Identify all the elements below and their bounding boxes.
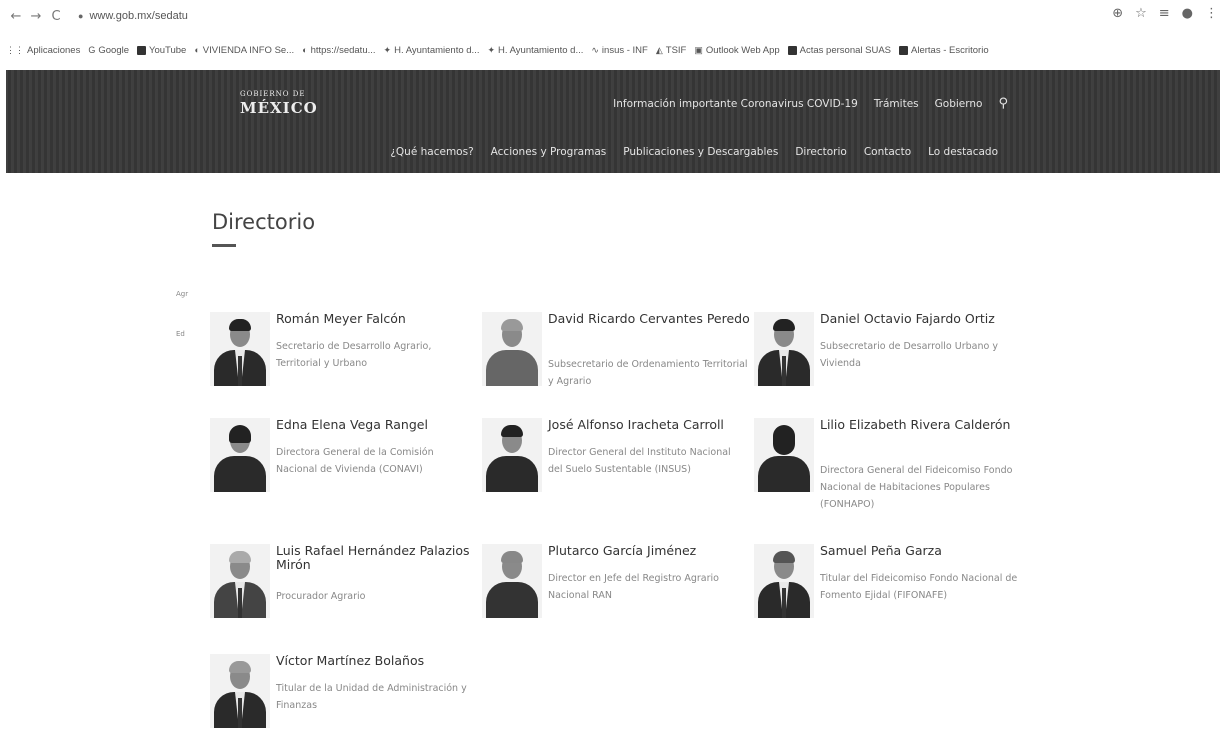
- person-role: Directora General de la Comisión Naciona…: [276, 447, 434, 475]
- back-icon[interactable]: ←: [6, 9, 26, 24]
- person-name: David Ricardo Cervantes Peredo: [548, 311, 750, 326]
- bookmark-item[interactable]: ⋮⋮ Aplicaciones: [6, 45, 80, 56]
- secure-icon: ●: [78, 11, 84, 21]
- page-title: Directorio: [212, 210, 316, 234]
- portrait-photo: [210, 544, 270, 618]
- bookmark-item[interactable]: ✦ H. Ayuntamiento d...: [487, 45, 583, 56]
- person-role: Director en Jefe del Registro Agrario Na…: [548, 573, 719, 601]
- bookmark-item[interactable]: ▣ Outlook Web App: [694, 45, 779, 56]
- site-icon: [899, 45, 909, 55]
- bookmark-item[interactable]: Alertas - Escritorio: [899, 45, 989, 56]
- person-name: Lilio Elizabeth Rivera Calderón: [820, 417, 1011, 432]
- nav-destacado[interactable]: Lo destacado: [928, 146, 998, 158]
- nav-contacto[interactable]: Contacto: [864, 146, 911, 158]
- nav-publicaciones[interactable]: Publicaciones y Descargables: [623, 146, 778, 158]
- site-icon: ∿: [591, 44, 599, 55]
- site-icon: ✦: [383, 44, 392, 55]
- url-text: www.gob.mx/sedatu: [89, 10, 188, 22]
- search-icon[interactable]: ⚲: [998, 96, 1008, 111]
- portrait-photo: [482, 544, 542, 618]
- gobierno-logo[interactable]: GOBIERNO DE MÉXICO: [240, 90, 318, 117]
- person-name: Plutarco García Jiménez: [548, 543, 697, 558]
- person-role: Directora General del Fideicomiso Fondo …: [820, 465, 1013, 510]
- portrait-photo: [210, 418, 270, 492]
- nav-acciones[interactable]: Acciones y Programas: [491, 146, 607, 158]
- side-label: Ed: [176, 330, 185, 338]
- bookmarks-bar: ⋮⋮ Aplicaciones G Google YouTube ◐ VIVIENDA…: [0, 40, 1226, 60]
- directory-card[interactable]: José Alfonso Iracheta Carroll Director G…: [482, 418, 752, 528]
- directory-card[interactable]: Daniel Octavio Fajardo Ortiz Subsecretar…: [754, 312, 1024, 422]
- nav-covid[interactable]: Información importante Coronavirus COVID…: [613, 98, 858, 110]
- profile-icon[interactable]: ●: [1182, 6, 1193, 21]
- person-role: Titular de la Unidad de Administración y…: [276, 683, 467, 711]
- bookmark-item[interactable]: ◐ https://sedatu...: [302, 45, 375, 56]
- bookmark-star-icon[interactable]: ☆: [1135, 6, 1147, 21]
- address-bar[interactable]: ● www.gob.mx/sedatu: [78, 10, 188, 22]
- person-role: Director General del Instituto Nacional …: [548, 447, 731, 475]
- bookmark-item[interactable]: ∿ insus - INF: [591, 45, 647, 56]
- person-name: Samuel Peña Garza: [820, 543, 942, 558]
- zoom-icon[interactable]: ⊕: [1112, 6, 1123, 21]
- person-name: Víctor Martínez Bolaños: [276, 653, 425, 668]
- person-name: José Alfonso Iracheta Carroll: [548, 417, 724, 432]
- site-icon: ◐: [302, 45, 308, 55]
- site-icon: [787, 45, 797, 55]
- directory-card[interactable]: Edna Elena Vega Rangel Directora General…: [210, 418, 480, 528]
- youtube-icon: [137, 45, 146, 55]
- bookmark-item[interactable]: G Google: [88, 45, 129, 56]
- person-role: Secretario de Desarrollo Agrario, Territ…: [276, 341, 432, 369]
- apps-icon: ⋮⋮: [6, 44, 24, 55]
- site-header: GOBIERNO DE MÉXICO Información important…: [6, 70, 1220, 173]
- directory-card[interactable]: Román Meyer Falcón Secretario de Desarro…: [210, 312, 480, 422]
- person-name: Daniel Octavio Fajardo Ortiz: [820, 311, 995, 326]
- nav-directorio[interactable]: Directorio: [795, 146, 847, 158]
- bookmark-item[interactable]: ◐ VIVIENDA INFO Se...: [194, 45, 294, 56]
- reading-list-icon[interactable]: ≡: [1159, 6, 1170, 21]
- bookmark-item[interactable]: YouTube: [137, 45, 186, 56]
- portrait-photo: [482, 312, 542, 386]
- outlook-icon: ▣: [694, 44, 703, 55]
- forward-icon[interactable]: →: [26, 9, 46, 24]
- person-role: Subsecretario de Desarrollo Urbano y Viv…: [820, 341, 998, 369]
- directory-card[interactable]: Plutarco García Jiménez Director en Jefe…: [482, 544, 752, 654]
- main-nav: ¿Qué hacemos? Acciones y Programas Publi…: [390, 146, 998, 158]
- browser-toolbar: ← → C ● www.gob.mx/sedatu ⊕ ☆ ≡ ● ⋮: [0, 0, 1226, 32]
- directory-card[interactable]: Lilio Elizabeth Rivera Calderón Director…: [754, 418, 1024, 528]
- menu-icon[interactable]: ⋮: [1205, 6, 1218, 21]
- directory-card[interactable]: David Ricardo Cervantes Peredo Subsecret…: [482, 312, 752, 422]
- directory-card[interactable]: Samuel Peña Garza Titular del Fideicomis…: [754, 544, 1024, 654]
- top-nav: Información importante Coronavirus COVID…: [613, 96, 1008, 111]
- person-name: Luis Rafael Hernández Palazios Mirón: [276, 543, 470, 572]
- person-role: Procurador Agrario: [276, 591, 366, 602]
- portrait-photo: [754, 418, 814, 492]
- portrait-photo: [754, 312, 814, 386]
- bookmark-item[interactable]: ◭ TSIF: [656, 45, 687, 56]
- person-role: Subsecretario de Ordenamiento Territoria…: [548, 359, 748, 387]
- reload-icon[interactable]: C: [46, 9, 66, 24]
- portrait-photo: [482, 418, 542, 492]
- directory-card[interactable]: Víctor Martínez Bolaños Titular de la Un…: [210, 654, 480, 729]
- portrait-photo: [210, 312, 270, 386]
- person-name: Román Meyer Falcón: [276, 311, 406, 326]
- nav-gobierno[interactable]: Gobierno: [935, 98, 983, 110]
- person-name: Edna Elena Vega Rangel: [276, 417, 428, 432]
- site-icon: ◭: [655, 44, 663, 55]
- bookmark-item[interactable]: ✦ H. Ayuntamiento d...: [384, 45, 480, 56]
- bookmark-item[interactable]: Actas personal SUAS: [787, 45, 891, 56]
- site-icon: ✦: [487, 44, 495, 55]
- directory-card[interactable]: Luis Rafael Hernández Palazios Mirón Pro…: [210, 544, 480, 654]
- title-underline: [212, 244, 236, 247]
- side-label: Agr: [176, 290, 189, 298]
- nav-que-hacemos[interactable]: ¿Qué hacemos?: [390, 146, 473, 158]
- portrait-photo: [210, 654, 270, 728]
- portrait-photo: [754, 544, 814, 618]
- site-icon: ◐: [194, 45, 200, 55]
- person-role: Titular del Fideicomiso Fondo Nacional d…: [820, 573, 1018, 601]
- nav-tramites[interactable]: Trámites: [874, 98, 919, 110]
- google-icon: G: [88, 45, 96, 55]
